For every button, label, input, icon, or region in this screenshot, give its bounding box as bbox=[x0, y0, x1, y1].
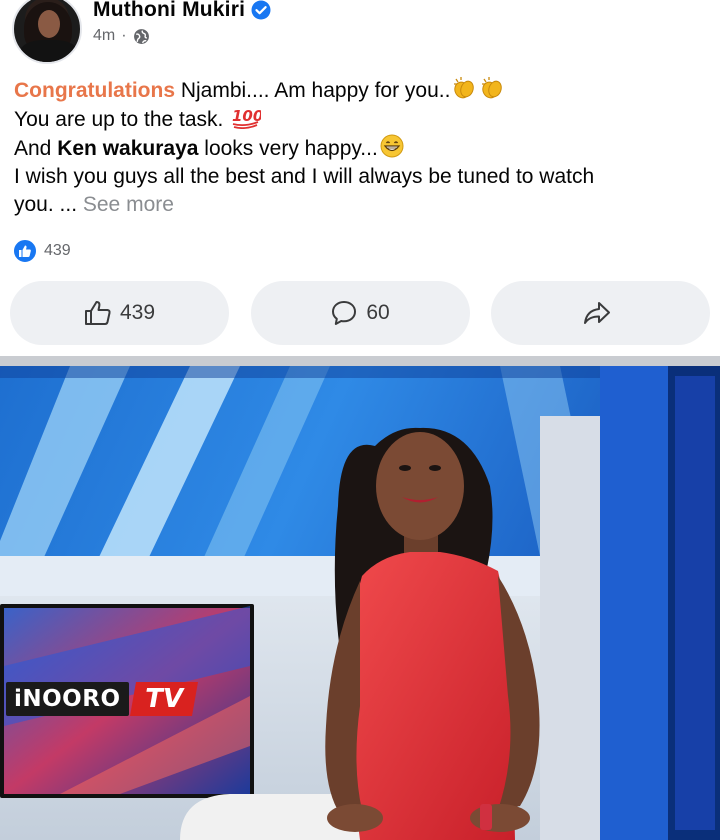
hundred-points-icon: 100 bbox=[232, 107, 261, 129]
post-photo[interactable]: iNOORO TV bbox=[0, 366, 720, 840]
post-line-2-text: You are up to the task. bbox=[14, 108, 230, 131]
post-line-4: I wish you guys all the best and I will … bbox=[14, 165, 595, 188]
studio-scene bbox=[0, 366, 720, 840]
comment-icon bbox=[332, 301, 357, 325]
post-line-3-text: looks very happy... bbox=[198, 137, 378, 160]
share-icon bbox=[583, 302, 610, 324]
grinning-face-icon bbox=[380, 134, 404, 158]
like-icon bbox=[12, 238, 38, 264]
author-avatar[interactable] bbox=[12, 0, 82, 64]
post-line-3-prefix: And bbox=[14, 137, 58, 160]
clapping-hands-icon bbox=[482, 77, 503, 99]
congrats-word: Congratulations bbox=[14, 79, 175, 102]
author-row: Muthoni Mukiri bbox=[93, 0, 271, 22]
meta-separator: · bbox=[121, 27, 127, 44]
post-line-5-text: you. ... bbox=[14, 193, 83, 216]
like-count: 439 bbox=[119, 301, 156, 324]
post-meta: 4m · bbox=[93, 27, 150, 45]
post-line-2: You are up to the task. 100 bbox=[14, 105, 708, 134]
action-bar: 439 60 bbox=[10, 281, 710, 345]
post-line-1-text: Njambi.... Am happy for you.. bbox=[175, 79, 451, 102]
see-more-link[interactable]: See more bbox=[83, 193, 174, 216]
logo-inooro-text: iNOORO bbox=[6, 682, 129, 716]
comment-count: 60 bbox=[366, 301, 390, 324]
section-divider bbox=[0, 356, 720, 366]
author-name[interactable]: Muthoni Mukiri bbox=[93, 0, 245, 22]
verified-badge-icon bbox=[251, 0, 271, 20]
comment-button[interactable]: 60 bbox=[250, 281, 470, 345]
post-timestamp[interactable]: 4m bbox=[93, 27, 115, 45]
globe-icon[interactable] bbox=[133, 28, 150, 45]
clapping-hands-icon bbox=[454, 77, 475, 99]
inooro-tv-logo: iNOORO TV bbox=[6, 679, 198, 719]
post-text: Congratulations Njambi.... Am happy for … bbox=[14, 76, 708, 219]
post-line-5: you. ... See more bbox=[14, 191, 708, 219]
like-button[interactable]: 439 bbox=[10, 281, 229, 345]
share-button[interactable] bbox=[491, 281, 710, 345]
reactions-summary[interactable]: 439 bbox=[12, 238, 71, 264]
post-line-3: And Ken wakuraya looks very happy... bbox=[14, 134, 708, 163]
thumbs-up-icon bbox=[84, 301, 111, 325]
post-line-1: Congratulations Njambi.... Am happy for … bbox=[14, 76, 708, 105]
reaction-count: 439 bbox=[44, 242, 71, 259]
logo-tv-text: TV bbox=[129, 682, 198, 716]
mention-link[interactable]: Ken wakuraya bbox=[57, 137, 198, 160]
post-header: Muthoni Mukiri 4m · bbox=[0, 0, 720, 70]
